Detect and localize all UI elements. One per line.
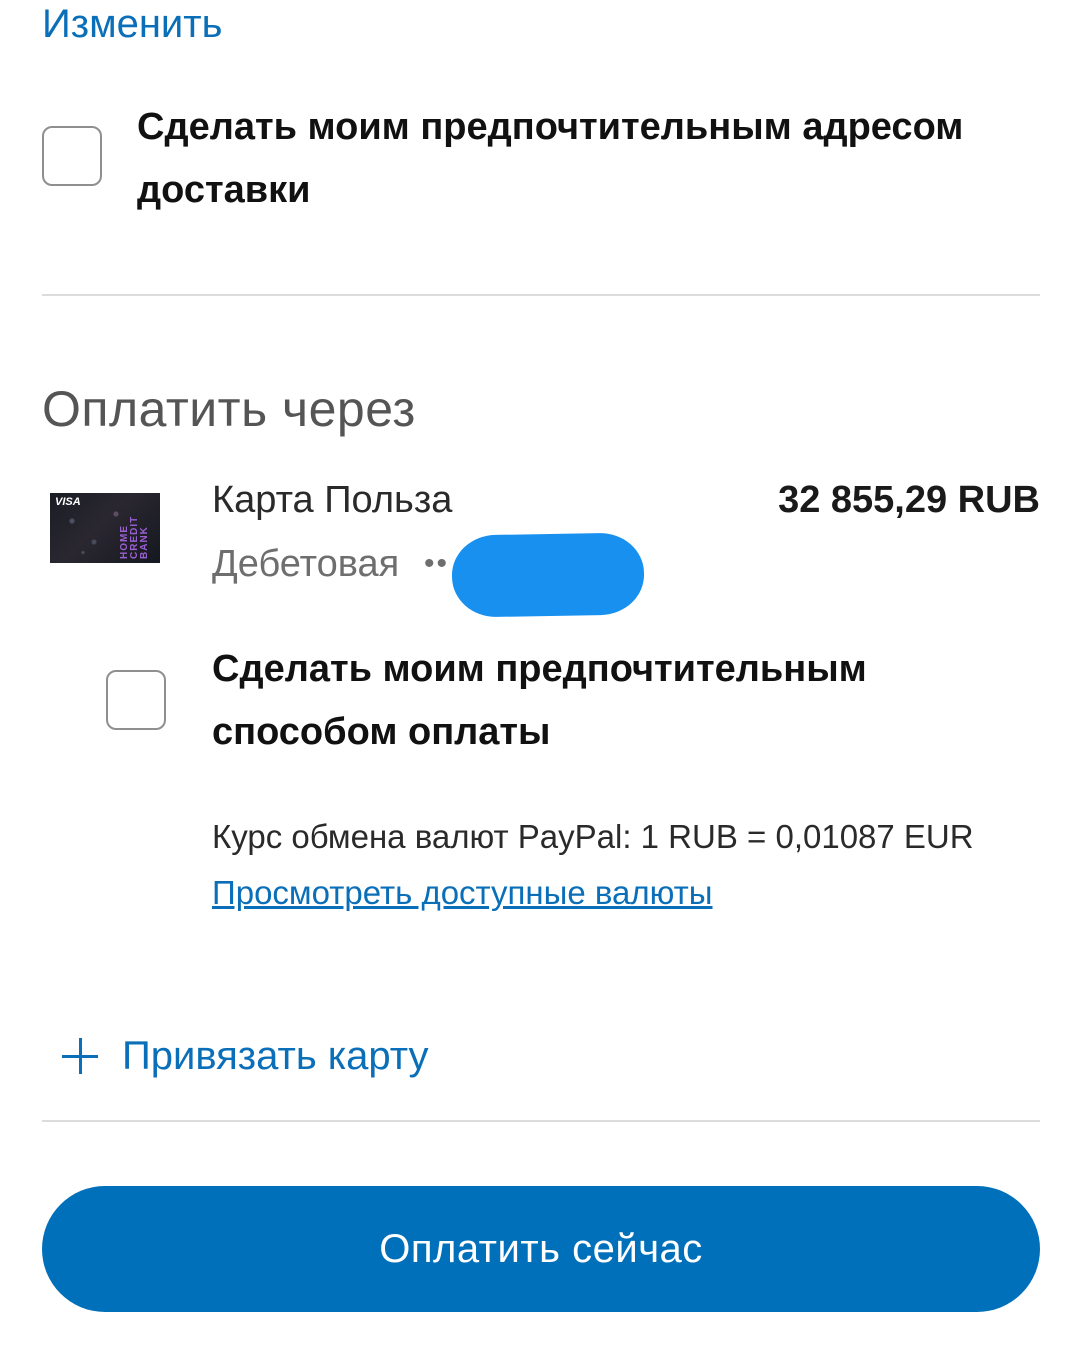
visa-logo: VISA: [55, 496, 81, 508]
view-currencies-link[interactable]: Просмотреть доступные валюты: [212, 870, 713, 916]
pay-with-heading: Оплатить через: [42, 381, 416, 437]
add-card-label: Привязать карту: [122, 1034, 429, 1078]
plus-icon: [60, 1036, 100, 1076]
bank-logo: HOME CREDIT BANK: [119, 515, 150, 559]
pay-now-button[interactable]: Оплатить сейчас: [42, 1186, 1040, 1312]
redaction-overlay: [451, 532, 645, 618]
add-card-button[interactable]: Привязать карту: [60, 1030, 429, 1082]
section-divider: [42, 294, 1040, 296]
preferred-payment-checkbox[interactable]: [106, 670, 166, 730]
card-thumbnail: VISA HOME CREDIT BANK: [50, 493, 160, 563]
card-type: Дебетовая: [212, 543, 400, 585]
card-number-mask: ••: [424, 547, 450, 580]
preferred-address-checkbox[interactable]: [42, 126, 102, 186]
preferred-address-label: Сделать моим предпочтительным адресом до…: [137, 106, 964, 211]
change-address-link[interactable]: Изменить: [42, 0, 222, 48]
card-balance: 32 855,29 RUB: [778, 479, 1040, 521]
section-divider: [42, 1120, 1040, 1122]
preferred-payment-label: Сделать моим предпочтительным способом о…: [212, 648, 867, 753]
exchange-rate-text: Курс обмена валют PayPal: 1 RUB = 0,0108…: [212, 818, 974, 855]
card-name: Карта Польза: [212, 479, 453, 521]
